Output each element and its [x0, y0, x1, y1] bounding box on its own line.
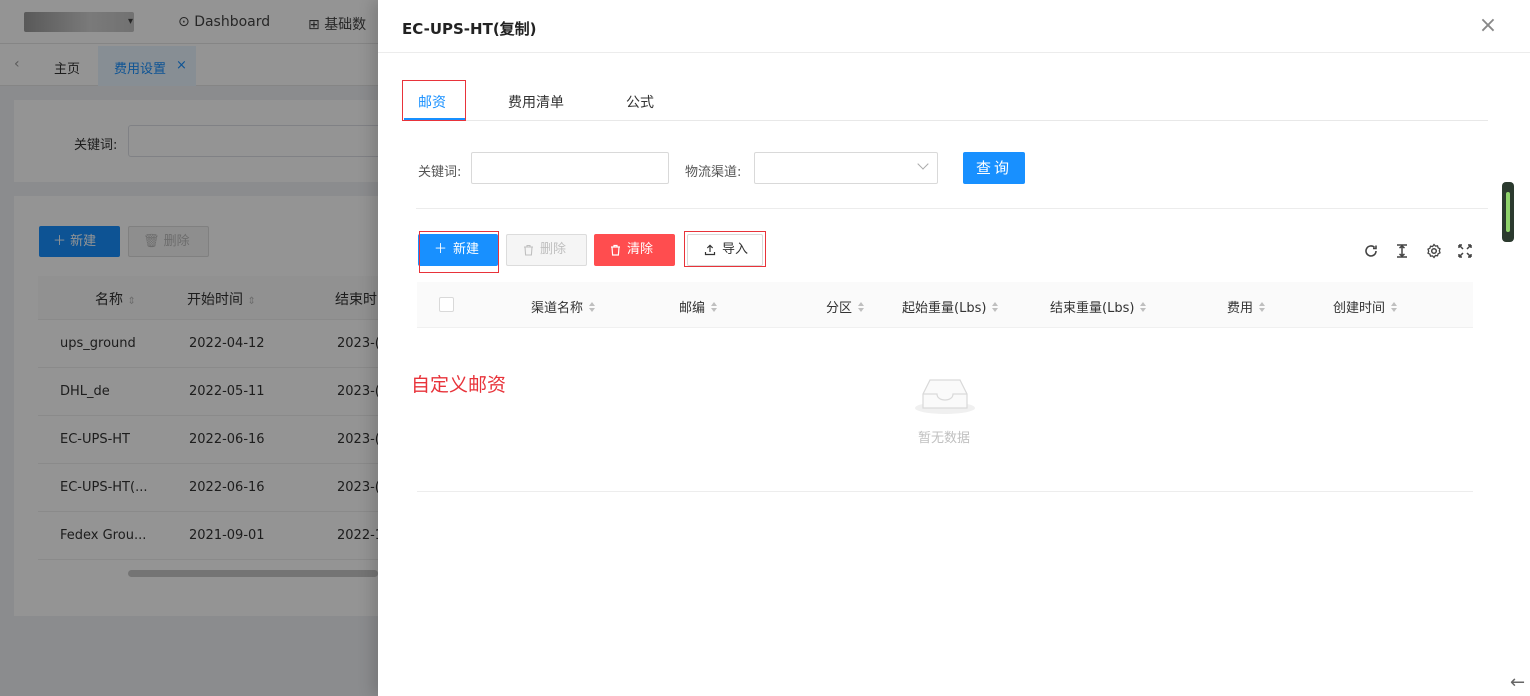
keyword-input[interactable] [471, 152, 669, 184]
modal-mask[interactable] [0, 0, 378, 696]
drawer-title: EC-UPS-HT(复制) [402, 20, 537, 38]
column-header-fee[interactable]: 费用 [1227, 297, 1266, 316]
channel-label: 物流渠道: [685, 165, 742, 180]
highlight-box-new [419, 231, 499, 273]
trash-icon [524, 244, 533, 256]
channel-select[interactable] [754, 152, 938, 184]
chevron-down-icon [917, 158, 929, 170]
sort-icon [1391, 301, 1398, 312]
column-height-icon[interactable] [1392, 241, 1412, 261]
side-drag-handle[interactable] [1502, 182, 1514, 242]
divider [416, 208, 1488, 209]
clear-button[interactable]: 清除 [594, 234, 675, 266]
sort-icon [1140, 301, 1147, 312]
sort-icon [589, 301, 596, 312]
tab-formula[interactable]: 公式 [626, 92, 654, 112]
tabs-divider [402, 120, 1488, 121]
drawer-panel: EC-UPS-HT(复制) × 邮资 费用清单 公式 关键词: 物流渠道: 查询… [378, 0, 1530, 696]
empty-text: 暂无数据 [918, 431, 971, 446]
sort-icon [992, 301, 999, 312]
sort-icon [711, 301, 718, 312]
column-header-start-weight[interactable]: 起始重量(Lbs) [902, 297, 999, 316]
trash-icon [611, 244, 620, 256]
column-header-end-weight[interactable]: 结束重量(Lbs) [1050, 297, 1147, 316]
fullscreen-icon[interactable] [1455, 241, 1475, 261]
keyword-label: 关键词: [418, 165, 462, 180]
column-header-channel-name[interactable]: 渠道名称 [531, 297, 596, 316]
setting-icon[interactable] [1424, 241, 1444, 261]
divider [378, 52, 1530, 53]
query-button[interactable]: 查询 [963, 152, 1025, 184]
sort-icon [858, 301, 865, 312]
refresh-icon[interactable] [1361, 241, 1381, 261]
table-bottom-line [417, 491, 1473, 492]
highlight-box-tab [402, 80, 466, 121]
inbox-icon [915, 379, 975, 414]
custom-postage-annotation: 自定义邮资 [411, 374, 507, 396]
highlight-box-import [684, 231, 766, 267]
column-header-created-time[interactable]: 创建时间 [1333, 297, 1398, 316]
sort-icon [1259, 301, 1266, 312]
delete-button[interactable]: 删除 [506, 234, 587, 266]
arrow-left-icon[interactable]: ← [1510, 672, 1525, 693]
close-icon[interactable]: × [1476, 14, 1500, 38]
column-header-zip[interactable]: 邮编 [679, 297, 718, 316]
column-header-zone[interactable]: 分区 [826, 297, 865, 316]
tab-fee-list[interactable]: 费用清单 [508, 92, 564, 112]
select-all-checkbox[interactable] [439, 297, 454, 312]
